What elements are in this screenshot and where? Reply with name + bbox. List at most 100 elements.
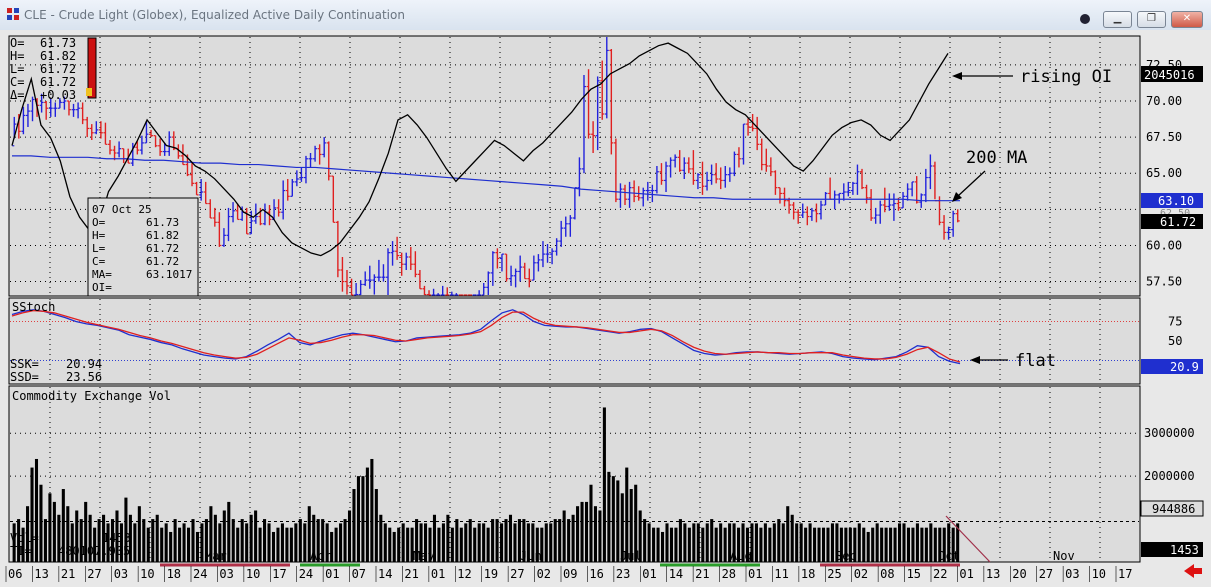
volume-bar — [567, 519, 571, 562]
volume-bar — [178, 527, 182, 562]
volume-bar — [200, 523, 204, 562]
day-tick-label: 24 — [193, 567, 207, 581]
stochastic-panel[interactable] — [8, 297, 1141, 385]
context-help-icon[interactable] — [1080, 14, 1090, 24]
day-tick-label: 27 — [510, 567, 524, 581]
day-tick-label: 01 — [642, 567, 656, 581]
minimize-button[interactable]: ▁ — [1103, 11, 1132, 28]
day-tick-label: 01 — [959, 567, 973, 581]
day-tick-label: 28 — [722, 567, 736, 581]
volume-bar — [553, 519, 557, 562]
volume-bar — [370, 458, 374, 562]
volume-bar — [186, 527, 191, 562]
ohlc-value: 61.72 — [40, 62, 76, 76]
volume-bar — [441, 523, 445, 562]
volume-bar — [915, 523, 919, 562]
volume-bar — [468, 519, 472, 562]
volume-bar — [906, 527, 911, 562]
volume-bar — [450, 527, 454, 562]
volume-bar — [459, 527, 463, 562]
day-tick-label: 14 — [669, 567, 683, 581]
cursor-date: 07 Oct 25 — [92, 203, 152, 216]
cursor-key: L= — [92, 242, 106, 255]
vol-avg-value: 944886 — [1152, 502, 1195, 516]
volume-bar — [871, 527, 875, 562]
volume-bar — [294, 523, 298, 562]
volume-bar — [276, 527, 280, 562]
cursor-value: 61.73 — [146, 216, 179, 229]
day-tick-label: 02 — [854, 567, 868, 581]
stoch-tick-label: 50 — [1168, 334, 1182, 348]
volume-bar — [795, 523, 799, 562]
volume-bar — [584, 501, 589, 562]
maximize-button[interactable]: ❐ — [1137, 11, 1166, 28]
volume-bar — [562, 510, 566, 562]
ohlc-key: H= — [10, 49, 24, 63]
ti-label: TI= — [10, 544, 32, 558]
volume-bar — [39, 484, 43, 562]
volume-bar — [182, 523, 186, 562]
window-title: CLE - Crude Light (Globex), Equalized Ac… — [24, 8, 405, 22]
volume-bar — [500, 523, 504, 562]
close-button[interactable]: ✕ — [1171, 11, 1203, 28]
volume-bar — [160, 527, 164, 562]
volume-bar — [544, 523, 548, 562]
cursor-value: 61.72 — [146, 242, 179, 255]
volume-bar — [455, 519, 459, 562]
volume-bar — [714, 527, 718, 562]
volume-bar — [303, 523, 307, 562]
day-tick-label: 23 — [616, 567, 630, 581]
volume-bar — [902, 523, 906, 562]
volume-bar — [884, 527, 888, 562]
volume-bar — [593, 506, 597, 562]
title-bar: CLE - Crude Light (Globex), Equalized Ac… — [0, 0, 1211, 31]
day-tick-label: 25 — [827, 567, 841, 581]
volume-bar — [513, 523, 517, 562]
ohlc-key: L= — [10, 62, 24, 76]
volume-bar — [298, 519, 302, 562]
volume-bar — [437, 527, 441, 562]
volume-bar — [866, 531, 870, 562]
volume-bar — [754, 523, 758, 562]
volume-bar — [169, 531, 173, 562]
volume-bar — [875, 523, 879, 562]
volume-bar — [240, 519, 244, 562]
volume-bar — [352, 489, 356, 562]
ti-value: 480107.905 — [58, 544, 130, 558]
volume-bar — [151, 519, 155, 562]
volume-bar — [365, 467, 369, 562]
volume-bar — [674, 527, 678, 562]
month-tick-label: Jul — [620, 549, 642, 563]
month-tick-label: Aug — [730, 549, 752, 563]
volume-bar — [656, 527, 660, 562]
volume-bar — [137, 506, 141, 562]
day-tick-label: 13 — [986, 567, 1000, 581]
day-tick-label: 02 — [537, 567, 551, 581]
day-tick-label: 22 — [933, 567, 947, 581]
volume-bar — [710, 519, 714, 562]
volume-bar — [343, 519, 347, 562]
volume-bar — [285, 527, 289, 562]
volume-bar — [43, 519, 47, 562]
month-tick-label: Sep — [835, 549, 857, 563]
volume-bar — [687, 527, 691, 562]
price-tick-label: 60.00 — [1146, 238, 1182, 252]
volume-bar — [929, 523, 933, 562]
volume-bar — [48, 493, 52, 562]
volume-bar — [589, 484, 593, 562]
volume-bar — [933, 527, 937, 562]
stoch-tick-label: 75 — [1168, 315, 1182, 329]
volume-bar — [625, 467, 629, 562]
ohlc-key: O= — [10, 36, 24, 50]
volume-bar — [924, 527, 928, 562]
scroll-left-icon-tail[interactable] — [1194, 568, 1202, 574]
volume-bar — [804, 527, 808, 562]
chart-area[interactable]: 72.5070.0067.5065.0060.0057.507550300000… — [0, 30, 1211, 587]
volume-bar — [356, 476, 360, 562]
day-tick-label: 20 — [1012, 567, 1026, 581]
volume-bar — [245, 523, 249, 562]
month-tick-label: Apr — [310, 549, 332, 563]
volume-bar — [482, 523, 486, 562]
volume-bar — [893, 527, 897, 562]
month-tick-label: Nov — [1053, 549, 1075, 563]
